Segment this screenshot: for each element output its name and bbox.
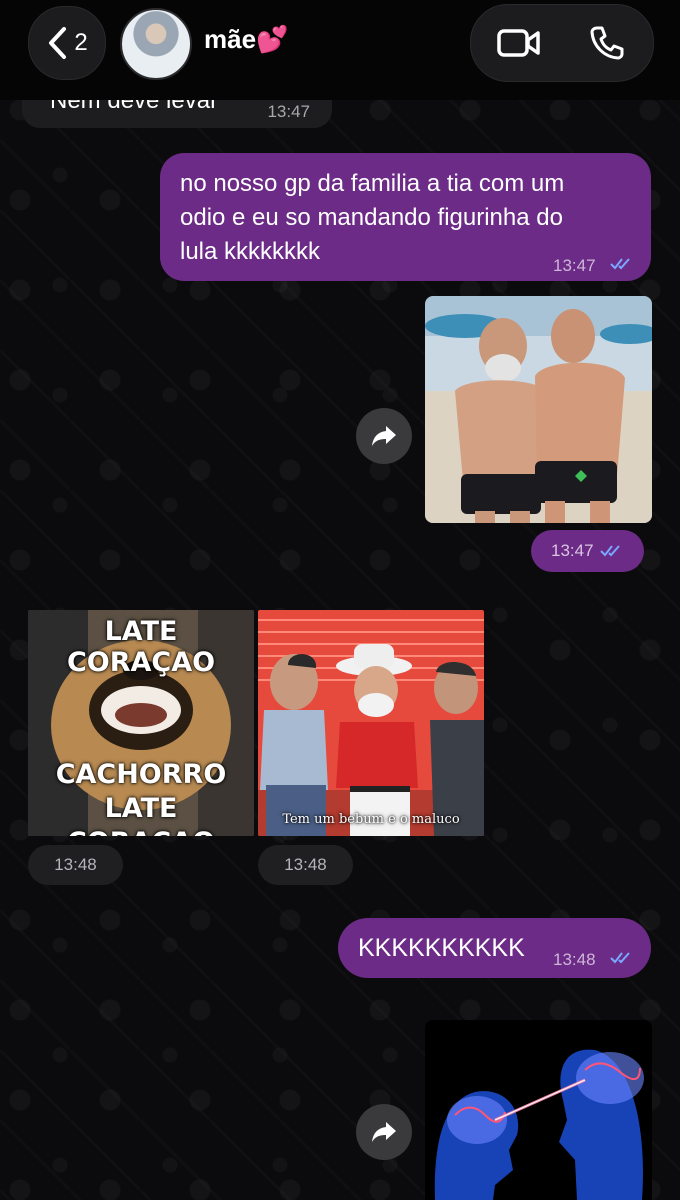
video-call-button[interactable] (497, 23, 541, 63)
message-bubble-outgoing[interactable]: KKKKKKKKKK 13:48 (338, 918, 651, 978)
message-text: KKKKKKKKKK (358, 934, 525, 962)
contact-name[interactable]: mãe💕 (204, 24, 288, 55)
dancing-sticker (258, 610, 484, 836)
message-text: no nosso gp da familia a tia com um odio… (180, 170, 565, 265)
message-time: 13:47 (267, 102, 310, 121)
sticker-caption-top: LATE CORAÇAO (66, 616, 216, 678)
phone-icon (590, 26, 624, 60)
brains-image (425, 1020, 652, 1200)
forward-button[interactable] (356, 1104, 412, 1160)
message-time-chip: 13:47 (531, 530, 644, 572)
sticker-caption: Tem um bebum e o maluco (282, 812, 460, 827)
forward-icon (372, 426, 396, 446)
chat-header: 2 mãe💕 (0, 0, 680, 100)
video-call-icon (497, 29, 540, 57)
photo-message[interactable] (425, 1020, 652, 1200)
double-check-icon (599, 545, 620, 557)
message-time: 13:48 (553, 950, 596, 969)
sticker-caption-bottom: CACHORRO LATE CORAÇAO (55, 759, 227, 836)
sticker-message[interactable]: LATE CORAÇAO CACHORRO LATE CORAÇAO (28, 610, 254, 836)
message-time-chip: 13:48 (258, 845, 353, 885)
voice-call-button[interactable] (585, 23, 629, 63)
chevron-left-icon (49, 27, 67, 59)
message-bubble-outgoing[interactable]: no nosso gp da familia a tia com um odio… (160, 153, 651, 281)
back-button[interactable]: 2 (28, 6, 106, 80)
forward-button[interactable] (356, 408, 412, 464)
photo-message[interactable] (425, 296, 652, 523)
double-check-icon (610, 258, 630, 270)
sticker-message[interactable]: Tem um bebum e o maluco (258, 610, 484, 836)
message-time-chip: 13:48 (28, 845, 123, 885)
avatar[interactable] (120, 8, 192, 80)
unread-count: 2 (74, 29, 88, 56)
beach-photo (425, 296, 652, 523)
forward-icon (372, 1122, 396, 1142)
call-actions (470, 4, 654, 82)
double-check-icon (610, 952, 630, 964)
message-time: 13:47 (553, 256, 596, 275)
